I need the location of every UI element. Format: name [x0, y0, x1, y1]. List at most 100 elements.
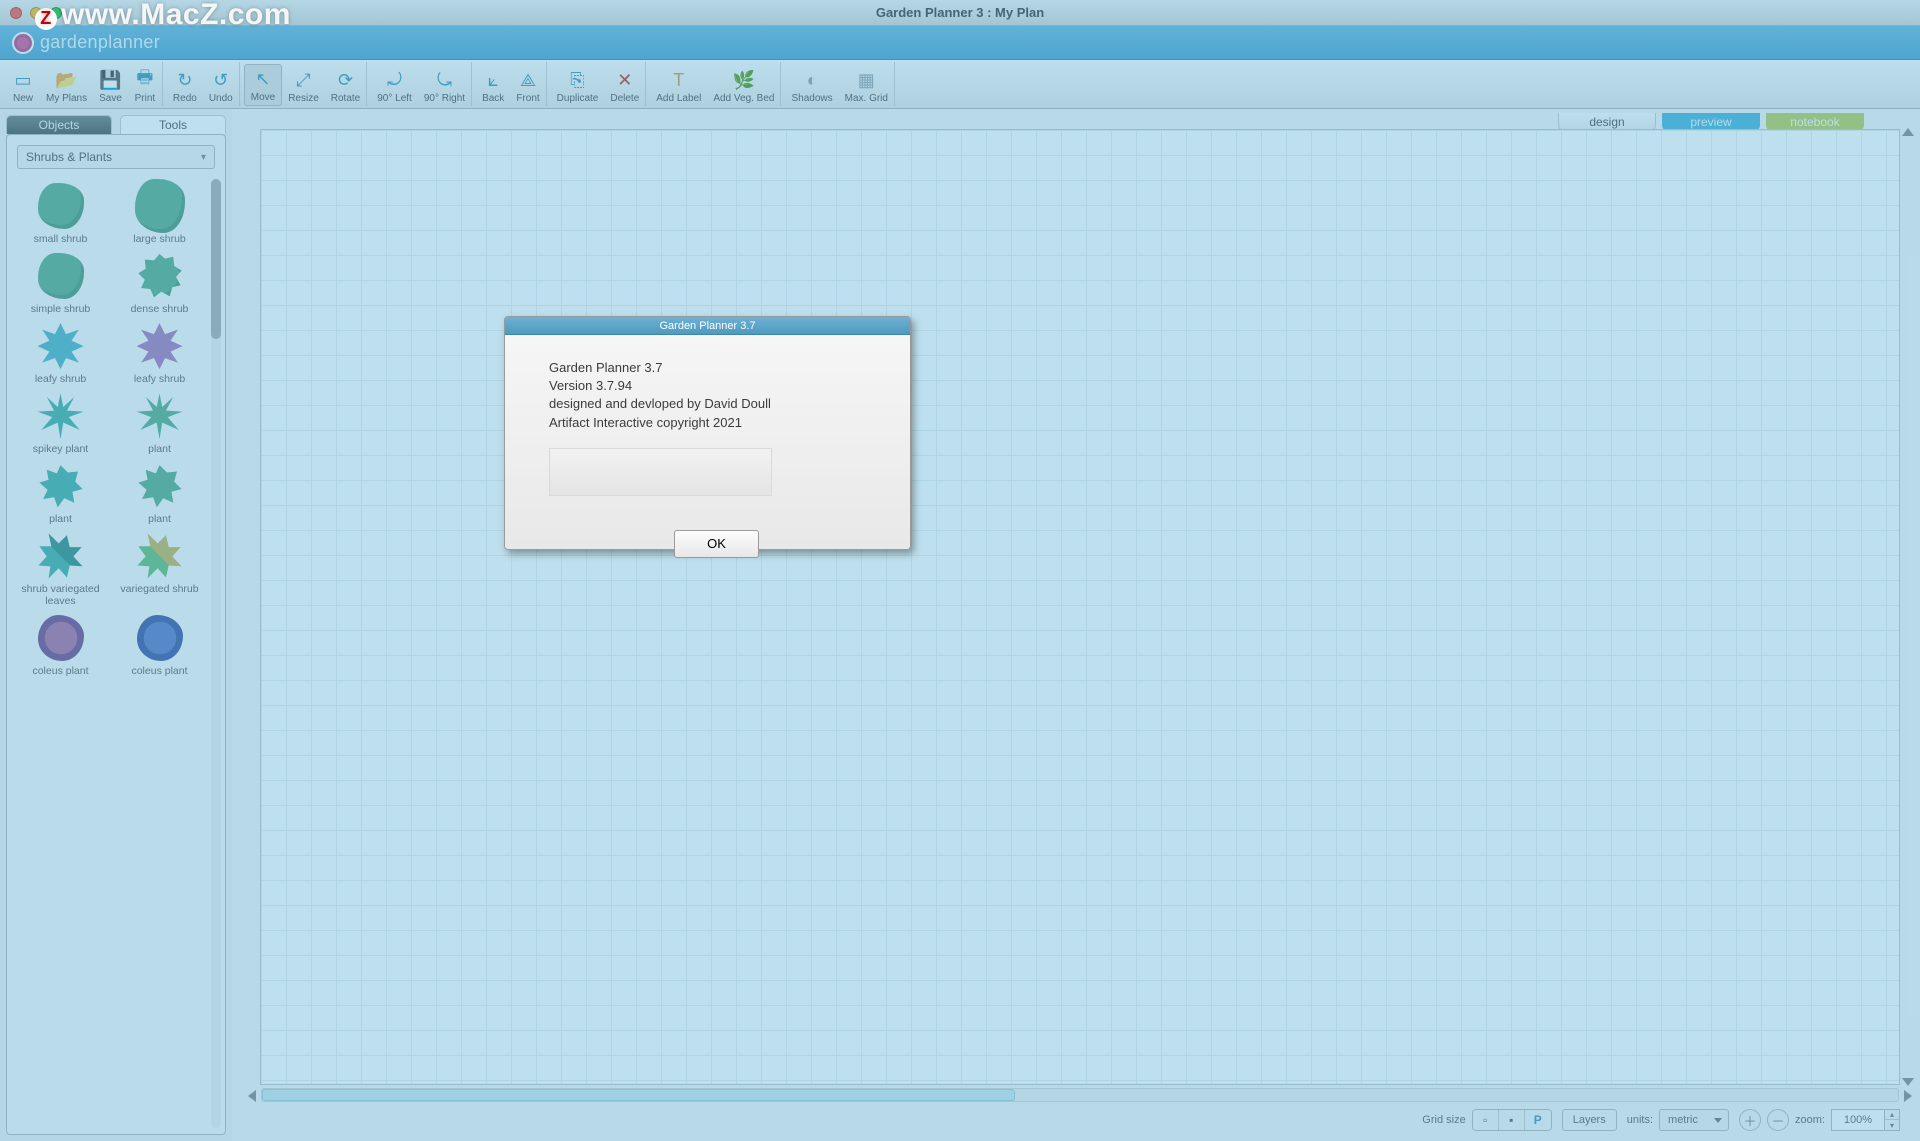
canvas-hscroll-thumb[interactable] — [262, 1089, 1015, 1101]
zoom-step-up[interactable]: ▴ — [1885, 1110, 1899, 1120]
plant-label: shrub variegated leaves — [13, 583, 108, 607]
print-icon: 🖶 — [134, 69, 156, 91]
layers-button[interactable]: Layers — [1562, 1109, 1617, 1131]
rotate-icon: ⟳ — [335, 69, 357, 91]
plant-icon — [135, 179, 185, 233]
undo-icon: ↺ — [210, 69, 232, 91]
shadows-icon: ◐ — [801, 69, 823, 91]
plant-item[interactable]: coleus plant — [112, 611, 207, 677]
toolbar-duplicate-button[interactable]: ⎘Duplicate — [551, 64, 605, 106]
toolbar-front-button[interactable]: ⟁ Front — [510, 64, 545, 106]
plant-item[interactable]: large shrub — [112, 179, 207, 245]
watermark-text: www.MacZ.com — [61, 0, 291, 31]
plant-item[interactable]: plant — [13, 459, 108, 525]
window-close-icon[interactable] — [10, 7, 22, 19]
about-ok-button[interactable]: OK — [674, 530, 759, 558]
toolbar-rot-left-button[interactable]: ⤾90° Left — [371, 64, 418, 106]
toolbar-add-label-label: Add Label — [656, 93, 701, 104]
toolbar-max-grid-label: Max. Grid — [845, 93, 888, 104]
plant-item[interactable]: simple shrub — [13, 249, 108, 315]
canvas-hscroll[interactable] — [261, 1088, 1899, 1102]
gridsize-p-icon[interactable]: P — [1525, 1110, 1551, 1130]
object-panel: Objects Tools Shrubs & Plants ▾ small sh… — [0, 109, 232, 1141]
about-dialog: Garden Planner 3.7 Garden Planner 3.7 Ve… — [504, 316, 911, 550]
design-canvas[interactable] — [260, 129, 1900, 1085]
delete-icon: ✕ — [614, 69, 636, 91]
plant-icon — [38, 323, 84, 369]
plant-icon — [137, 615, 183, 661]
units-select-value: metric — [1668, 1114, 1698, 1126]
plant-item[interactable]: dense shrub — [112, 249, 207, 315]
toolbar-rot-left-label: 90° Left — [377, 93, 412, 104]
back-icon: ⟀ — [482, 69, 504, 91]
plant-item[interactable]: coleus plant — [13, 611, 108, 677]
toolbar-front-label: Front — [516, 93, 539, 104]
toolbar-shadows-label: Shadows — [791, 93, 832, 104]
gridsize-segmented[interactable]: ▫ ▪ P — [1472, 1109, 1552, 1131]
tab-tools[interactable]: Tools — [120, 115, 226, 134]
toolbar-duplicate-label: Duplicate — [557, 93, 599, 104]
zoom-label: zoom: — [1795, 1114, 1825, 1126]
plant-label: coleus plant — [32, 665, 88, 677]
toolbar-shadows-button[interactable]: ◐ Shadows — [785, 64, 838, 106]
plant-icon — [38, 615, 84, 661]
add-label-icon: T — [668, 69, 690, 91]
window-title: Garden Planner 3 : My Plan — [876, 5, 1044, 20]
toolbar-redo-button[interactable]: ↻Redo — [167, 64, 203, 106]
toolbar-undo-button[interactable]: ↺ Undo — [203, 64, 239, 106]
about-line-2: Version 3.7.94 — [549, 377, 884, 395]
toolbar-resize-label: Resize — [288, 93, 319, 104]
plant-item[interactable]: leafy shrub — [13, 319, 108, 385]
plant-label: small shrub — [34, 233, 88, 245]
toolbar-save-label: Save — [99, 93, 122, 104]
toolbar-resize-button[interactable]: ⤢Resize — [282, 64, 325, 106]
gridsize-medium-icon[interactable]: ▪ — [1499, 1110, 1525, 1130]
zoom-in-button[interactable]: ＋ — [1739, 1109, 1761, 1131]
toolbar-add-veg-button[interactable]: 🌿Add Veg. Bed — [707, 64, 780, 106]
toolbar-max-grid-button[interactable]: ▦Max. Grid — [839, 64, 894, 106]
toolbar-back-button[interactable]: ⟀Back — [476, 64, 510, 106]
toolbar-save-button[interactable]: 💾Save — [93, 64, 128, 106]
canvas-vscroll[interactable] — [1901, 130, 1915, 1084]
plant-item[interactable]: leafy shrub — [112, 319, 207, 385]
plant-item[interactable]: variegated shrub — [112, 529, 207, 607]
tab-objects[interactable]: Objects — [6, 115, 112, 134]
gridsize-small-icon[interactable]: ▫ — [1473, 1110, 1499, 1130]
toolbar-rot-right-label: 90° Right — [424, 93, 465, 104]
toolbar-rot-right-button[interactable]: ⤿ 90° Right — [418, 64, 471, 106]
plant-label: spikey plant — [33, 443, 88, 455]
zoom-out-button[interactable]: － — [1767, 1109, 1789, 1131]
plant-label: coleus plant — [131, 665, 187, 677]
plant-label: plant — [148, 513, 171, 525]
toolbar-delete-button[interactable]: ✕ Delete — [604, 64, 645, 106]
toolbar-new-button[interactable]: ▭New — [6, 64, 40, 106]
toolbar-myplans-button[interactable]: 📂My Plans — [40, 64, 93, 106]
plant-icon — [38, 183, 84, 229]
plant-item[interactable]: plant — [112, 459, 207, 525]
units-select[interactable]: metric — [1659, 1109, 1729, 1131]
plant-item[interactable]: shrub variegated leaves — [13, 529, 108, 607]
status-bar: Grid size ▫ ▪ P Layers units: metric ＋ －… — [260, 1105, 1900, 1135]
plant-item[interactable]: spikey plant — [13, 389, 108, 455]
toolbar-delete-label: Delete — [610, 93, 639, 104]
zoom-step-down[interactable]: ▾ — [1885, 1120, 1899, 1130]
toolbar-move-button[interactable]: ↖Move — [244, 64, 282, 106]
plant-label: dense shrub — [131, 303, 189, 315]
plant-item[interactable]: small shrub — [13, 179, 108, 245]
toolbar-move-label: Move — [251, 92, 275, 103]
toolbar-undo-label: Undo — [209, 93, 233, 104]
front-icon: ⟁ — [517, 69, 539, 91]
palette-scroll-thumb[interactable] — [211, 179, 221, 339]
plant-label: leafy shrub — [134, 373, 185, 385]
plant-label: large shrub — [133, 233, 186, 245]
toolbar-print-button[interactable]: 🖶Print — [128, 64, 162, 106]
plant-item[interactable]: plant — [112, 389, 207, 455]
zoom-value: 100% — [1831, 1109, 1885, 1131]
main-toolbar: ▭New📂My Plans💾Save🖶Print↻Redo ↺ Undo ↖Move⤢… — [0, 60, 1920, 109]
toolbar-add-label-button[interactable]: T Add Label — [650, 64, 707, 106]
toolbar-rotate-label: Rotate — [331, 93, 360, 104]
toolbar-rotate-button[interactable]: ⟳ Rotate — [325, 64, 366, 106]
gridsize-label: Grid size — [1422, 1114, 1465, 1126]
rot-right-icon: ⤿ — [433, 69, 455, 91]
category-select[interactable]: Shrubs & Plants ▾ — [17, 145, 215, 169]
